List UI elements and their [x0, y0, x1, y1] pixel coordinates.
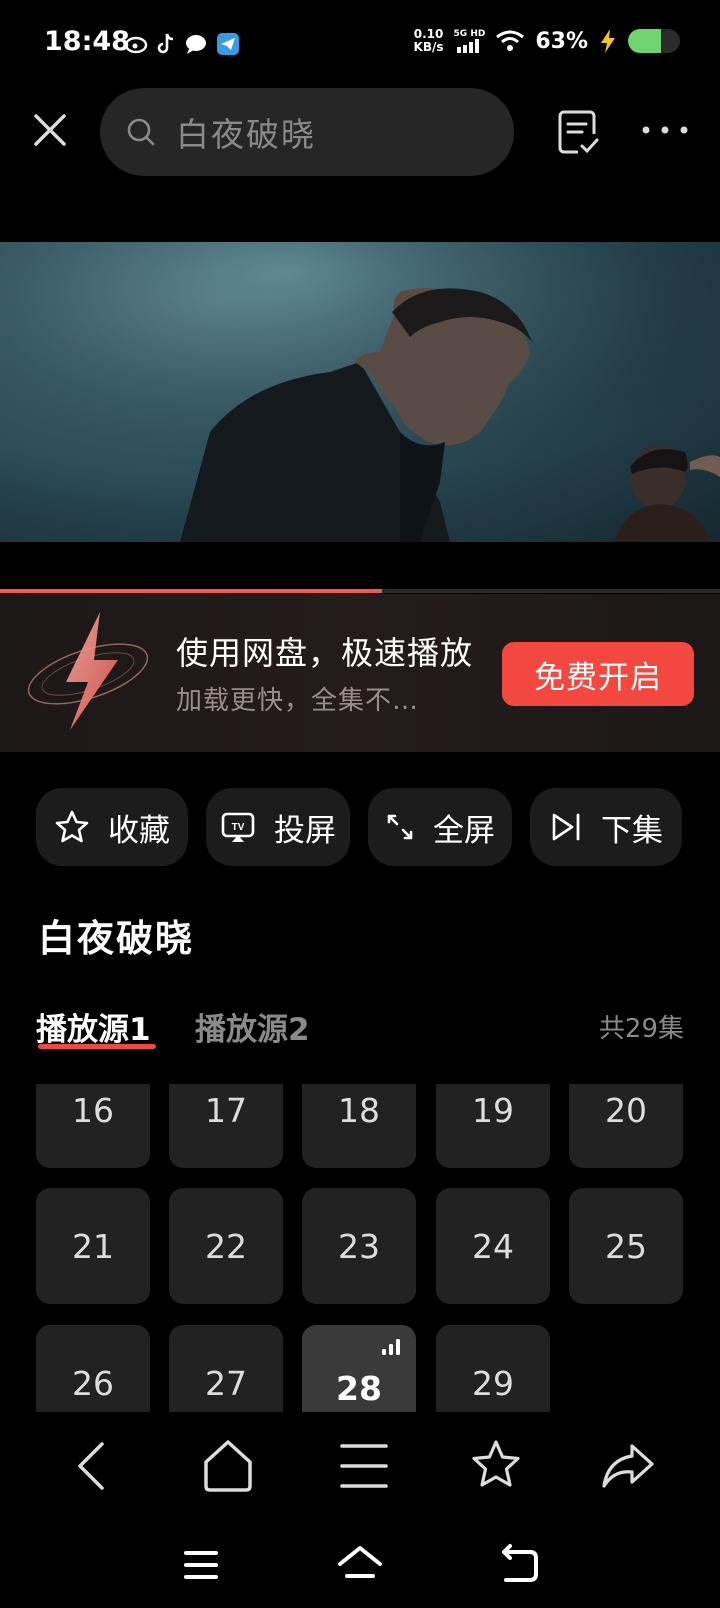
now-playing-icon [382, 1339, 400, 1355]
episode-number: 29 [472, 1363, 514, 1403]
more-horizontal-icon [642, 126, 688, 134]
cast-tv-icon: TV [221, 812, 255, 842]
home-button[interactable] [200, 1438, 256, 1494]
wifi-icon [496, 30, 525, 51]
promo-subtitle: 加载更快，全集不… [176, 686, 420, 716]
episode-number: 28 [336, 1368, 382, 1408]
menu-icon [340, 1444, 388, 1488]
next-episode-icon [552, 813, 580, 841]
episode-number: 22 [205, 1226, 247, 1266]
share-button[interactable] [600, 1438, 656, 1494]
back-icon [78, 1442, 104, 1490]
close-icon [34, 114, 66, 146]
system-home-icon [338, 1546, 382, 1578]
back-button[interactable] [66, 1438, 122, 1494]
episode-number: 25 [605, 1226, 647, 1266]
fullscreen-label: 全屏 [433, 812, 495, 849]
episode-tile[interactable]: 23 [302, 1188, 416, 1304]
episode-tile[interactable]: 18 [302, 1084, 416, 1168]
favorite-star-icon [472, 1440, 520, 1487]
message-icon [184, 32, 208, 60]
episode-number: 24 [472, 1226, 514, 1266]
episode-tile[interactable]: 19 [436, 1084, 550, 1168]
status-time: 18:48 [44, 26, 130, 57]
battery-icon [628, 29, 680, 53]
system-back-icon [502, 1544, 538, 1582]
video-player[interactable] [0, 242, 720, 542]
battery-percent: 63% [535, 28, 588, 54]
promo-title: 使用网盘，极速播放 [176, 634, 474, 672]
episode-tile[interactable]: 26 [36, 1325, 150, 1412]
fullscreen-icon [387, 814, 413, 840]
close-button[interactable] [28, 108, 72, 152]
bookmark-button[interactable] [468, 1438, 524, 1494]
episode-tile[interactable]: 17 [169, 1084, 283, 1168]
fullscreen-button[interactable]: 全屏 [368, 788, 512, 866]
search-icon [127, 118, 155, 146]
favorite-button[interactable]: 收藏 [36, 788, 188, 866]
tab-source-2[interactable]: 播放源2 [195, 1004, 310, 1049]
episode-number: 21 [72, 1226, 114, 1266]
episode-count: 共29集 [598, 1014, 684, 1044]
video-frame [0, 242, 720, 542]
svg-text:TV: TV [232, 822, 245, 833]
episode-number: 16 [72, 1090, 114, 1130]
tab-source-1[interactable]: 播放源1 [36, 1004, 151, 1049]
search-query-text: 白夜破晓 [176, 115, 316, 154]
tiktok-icon [156, 32, 176, 60]
episode-grid: 16 17 18 19 20 21 22 23 24 25 26 27 28 29 [0, 1084, 720, 1412]
telegram-icon [216, 32, 240, 60]
episode-tile[interactable]: 22 [169, 1188, 283, 1304]
recents-button[interactable] [176, 1540, 226, 1590]
episode-tile[interactable]: 24 [436, 1188, 550, 1304]
free-enable-button[interactable]: 免费开启 [502, 642, 694, 706]
episode-number: 19 [472, 1090, 514, 1130]
episode-number: 23 [338, 1226, 380, 1266]
episode-tile[interactable]: 27 [169, 1325, 283, 1412]
episode-tile[interactable]: 25 [569, 1188, 683, 1304]
active-tab-indicator [38, 1044, 156, 1049]
episode-tile[interactable]: 28 [302, 1325, 416, 1412]
progress-fill [0, 589, 382, 593]
system-home-button[interactable] [335, 1540, 385, 1590]
episode-tile[interactable]: 16 [36, 1084, 150, 1168]
charging-bolt-icon [601, 29, 615, 53]
system-back-button[interactable] [494, 1540, 544, 1590]
episode-tile[interactable]: 20 [569, 1084, 683, 1168]
next-episode-button[interactable]: 下集 [530, 788, 682, 866]
cellular-signal: 5G HD [454, 29, 485, 53]
favorite-label: 收藏 [108, 812, 170, 849]
status-right: 0.10 KB/s 5G HD 63% [414, 28, 680, 54]
lightning-logo-icon [27, 612, 149, 730]
cast-button[interactable]: TV 投屏 [206, 788, 350, 866]
share-icon [602, 1444, 654, 1488]
star-icon [55, 810, 89, 843]
playback-progress-bar[interactable] [0, 589, 720, 593]
cast-label: 投屏 [274, 812, 336, 849]
network-speed: 0.10 KB/s [413, 27, 444, 54]
menu-button[interactable] [336, 1438, 392, 1494]
episode-number: 26 [72, 1363, 114, 1403]
notes-check-icon [558, 110, 599, 154]
show-title: 白夜破晓 [38, 917, 194, 960]
notes-button[interactable] [554, 108, 602, 156]
episode-number: 18 [338, 1090, 380, 1130]
weibo-icon [124, 32, 148, 60]
recents-menu-icon [184, 1551, 218, 1579]
episode-tile[interactable]: 21 [36, 1188, 150, 1304]
episode-number: 17 [205, 1090, 247, 1130]
episode-number: 20 [605, 1090, 647, 1130]
signal-bars-icon [457, 39, 480, 53]
episode-tile[interactable]: 29 [436, 1325, 550, 1412]
next-episode-label: 下集 [601, 812, 663, 849]
more-button[interactable] [640, 118, 690, 142]
status-app-icons [124, 32, 240, 60]
home-icon [204, 1440, 252, 1492]
episode-number: 27 [205, 1363, 247, 1403]
search-input[interactable]: 白夜破晓 [100, 88, 514, 176]
